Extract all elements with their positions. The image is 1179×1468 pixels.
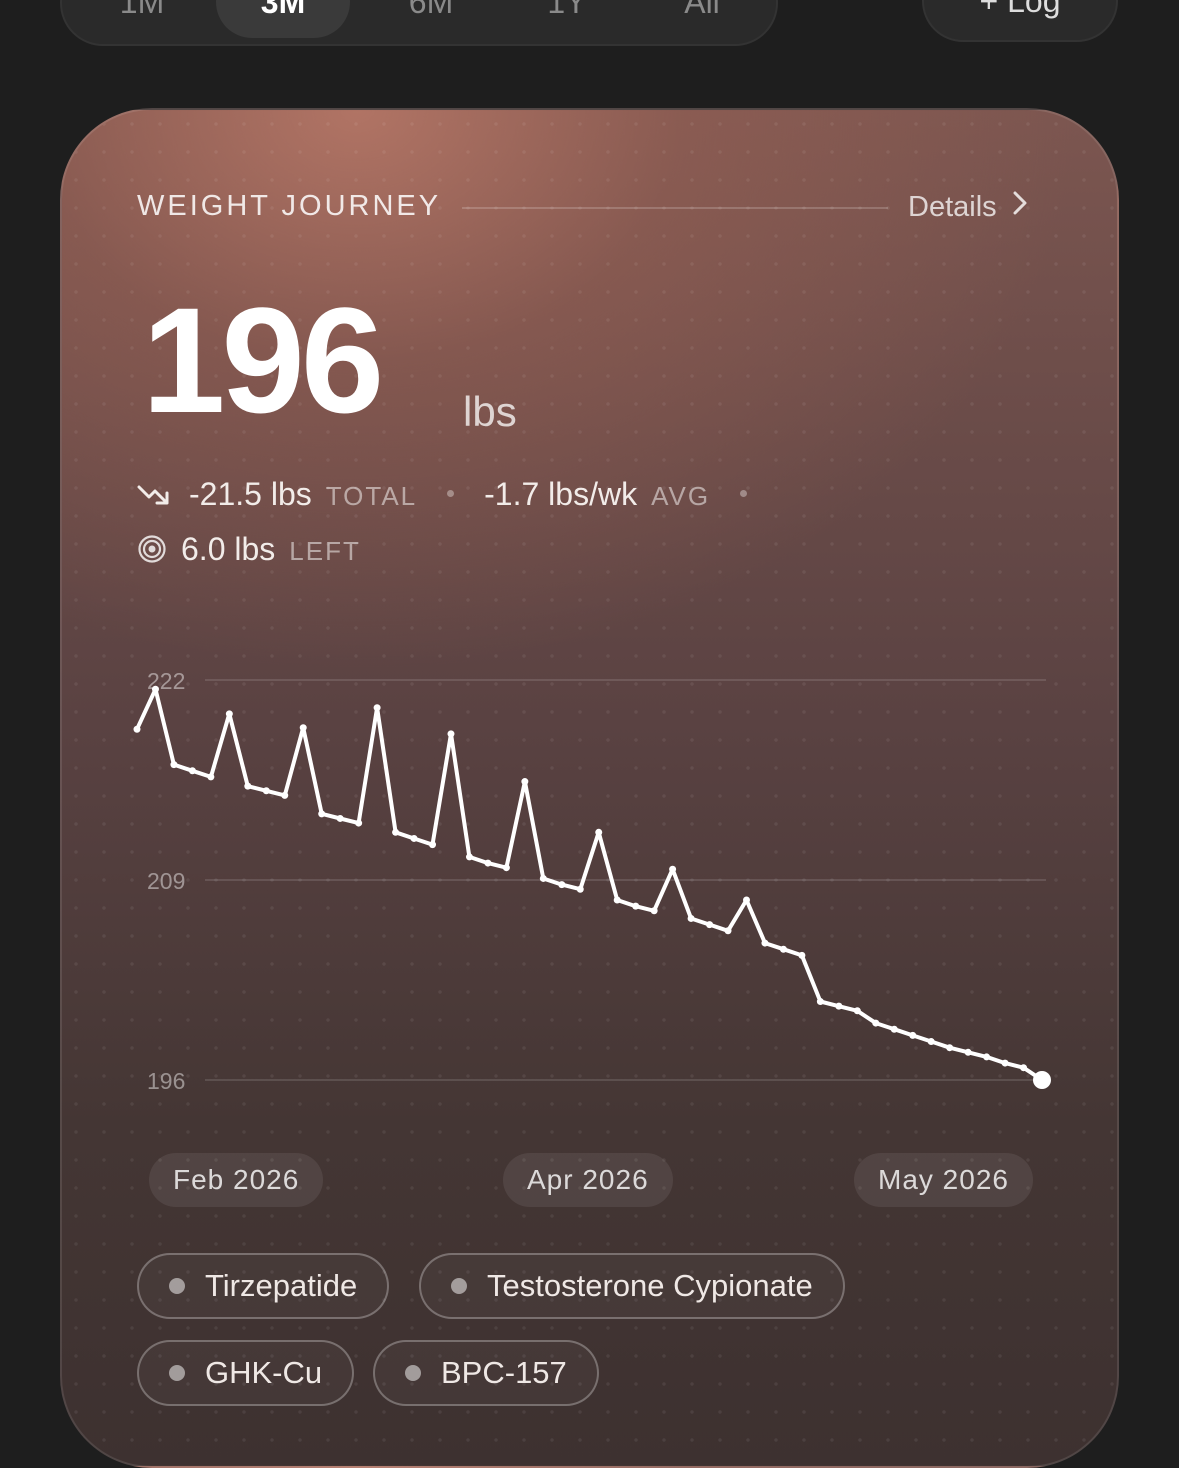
data-point [355,819,363,827]
range-all-button[interactable]: All [642,0,762,38]
medication-chip-tirzepatide[interactable]: Tirzepatide [137,1253,390,1319]
left-value: 6.0 lbs [181,531,276,567]
weight-unit: lbs [463,388,517,435]
y-tick-label: 209 [147,868,185,894]
data-point [687,914,695,922]
data-point [798,951,806,959]
data-point [964,1048,972,1056]
data-point [724,927,732,935]
data-point [207,773,215,781]
data-point [521,778,529,786]
chip-label: GHK-Cu [205,1355,323,1390]
total-change-value: -21.5 lbs [189,476,312,512]
data-point [853,1007,861,1015]
current-point [1033,1071,1051,1089]
range-6m-button[interactable]: 6M [372,0,490,38]
data-point [336,814,344,822]
data-point [318,810,326,818]
legend-dot [169,1365,185,1381]
avg-change-label: AVG [651,481,711,511]
avg-change-value: -1.7 lbs/wk [484,476,638,512]
target-icon [137,534,167,572]
separator-dot [447,490,455,497]
x-axis-label: May 2026 [854,1153,1033,1207]
data-point [669,865,677,873]
data-point [170,761,178,769]
data-point [1001,1059,1009,1067]
title-divider [462,207,888,209]
data-point [761,939,769,947]
weight-series-line [135,687,1044,1082]
data-point [742,896,750,904]
weight-journey-card: WEIGHT JOURNEY Details 196 lbs -21.5 lbs… [60,108,1119,1468]
data-point [225,710,233,718]
data-point [595,828,603,836]
data-point [262,787,270,795]
data-point [281,791,289,799]
medication-chip-bpc-157[interactable]: BPC-157 [373,1340,599,1406]
data-point [706,921,714,929]
chip-label: BPC-157 [441,1355,567,1390]
data-point [835,1002,843,1010]
goal-remaining-row: 6.0 lbs LEFT [137,530,361,568]
data-point [650,907,658,915]
data-point [946,1044,954,1052]
data-point [927,1038,935,1046]
data-point [465,853,473,861]
data-point [502,864,510,872]
log-button[interactable]: + Log [922,0,1118,42]
data-point [539,874,547,882]
data-point [558,881,566,889]
legend-dot [405,1365,421,1381]
weight-line-chart: 222209196 [133,668,1051,1094]
trending-down-icon [137,479,171,516]
data-point [410,834,418,842]
data-point [373,704,381,712]
data-point [151,685,159,693]
data-point [613,896,621,904]
data-point [983,1053,991,1061]
separator-dot [740,490,748,497]
x-axis-label: Feb 2026 [149,1153,324,1207]
chevron-right-icon [1011,190,1029,224]
card-title: WEIGHT JOURNEY [137,190,442,222]
total-change-label: TOTAL [325,481,418,511]
data-point [872,1019,880,1027]
medication-chip-ghk-cu[interactable]: GHK-Cu [137,1340,355,1406]
range-3m-button[interactable]: 3M [216,0,350,38]
time-range-selector: 1M 3M 6M 1Y All [60,0,778,46]
data-point [244,782,252,790]
data-point [299,724,307,732]
data-point [1020,1064,1028,1072]
data-point [429,841,437,849]
data-point [447,730,455,738]
range-1m-button[interactable]: 1M [88,0,196,38]
stats-row: -21.5 lbs TOTAL -1.7 lbs/wk AVG [137,476,777,513]
range-1y-button[interactable]: 1Y [512,0,622,38]
data-point [133,725,141,733]
data-point [890,1025,898,1033]
data-point [484,859,492,867]
data-point [188,767,196,775]
data-point [816,998,824,1006]
chip-label: Testosterone Cypionate [487,1268,813,1303]
details-link[interactable]: Details [908,190,1029,224]
y-tick-label: 196 [147,1068,185,1094]
current-weight: 196 [142,276,384,444]
legend-dot [169,1278,185,1294]
details-label: Details [908,190,997,223]
data-point [632,902,640,910]
left-label: LEFT [289,536,361,566]
data-point [779,945,787,953]
data-point [576,885,584,893]
data-point [909,1031,917,1039]
data-point [392,828,400,836]
chip-label: Tirzepatide [205,1268,358,1303]
medication-chip-testosterone[interactable]: Testosterone Cypionate [419,1253,845,1319]
x-axis-label: Apr 2026 [503,1153,673,1207]
legend-dot [451,1278,467,1294]
